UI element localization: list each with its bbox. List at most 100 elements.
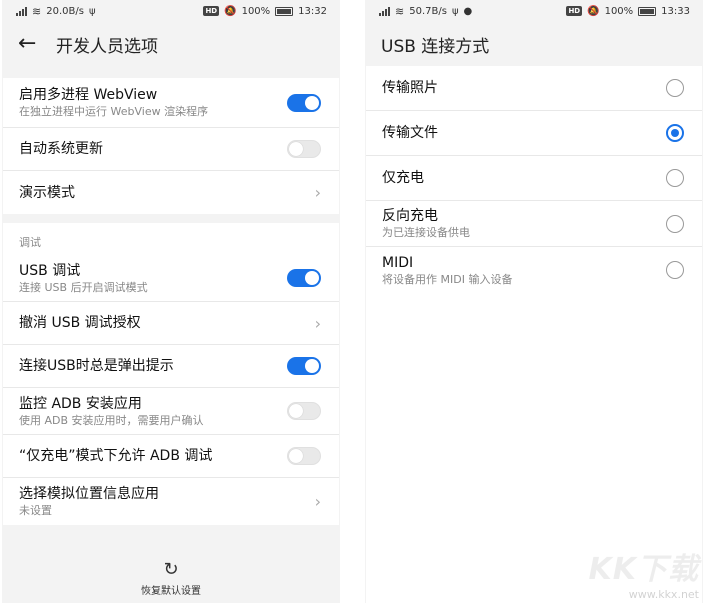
usb-option-title: MIDI xyxy=(382,254,414,271)
chevron-right-icon[interactable]: › xyxy=(309,314,321,333)
toggle-knob xyxy=(289,449,303,463)
setting-text: USB 调试 连接 USB 后开启调试模式 xyxy=(19,262,148,295)
setting-text: 启用多进程 WebView 在独立进程中运行 WebView 渲染程序 xyxy=(19,86,208,119)
setting-title: 演示模式 xyxy=(19,184,75,201)
setting-row[interactable]: 演示模式 › xyxy=(3,171,339,214)
toggle-switch[interactable] xyxy=(287,357,321,375)
toggle-switch[interactable] xyxy=(287,269,321,287)
usb-option-text: MIDI 将设备用作 MIDI 输入设备 xyxy=(382,254,512,287)
setting-row[interactable]: 撤消 USB 调试授权 › xyxy=(3,302,339,345)
reset-defaults-button[interactable]: 恢复默认设置 xyxy=(141,582,201,597)
setting-text: 自动系统更新 xyxy=(19,140,103,158)
usb-option-row[interactable]: 反向充电为已连接设备供电 xyxy=(366,201,702,247)
radio-button[interactable] xyxy=(666,79,684,97)
usb-option-row[interactable]: MIDI 将设备用作 MIDI 输入设备 xyxy=(366,247,702,293)
setting-text: 监控 ADB 安装应用 使用 ADB 安装应用时，需要用户确认 xyxy=(19,395,204,428)
network-speed: 20.0B/s xyxy=(46,5,84,17)
setting-row[interactable]: 自动系统更新 xyxy=(3,128,339,171)
reset-bar: ↻ 恢复默认设置 xyxy=(2,555,340,603)
toggle-switch[interactable] xyxy=(287,402,321,420)
watermark: KK下载 www.kkx.net xyxy=(589,544,700,601)
setting-text: 选择模拟位置信息应用 未设置 xyxy=(19,485,159,518)
mute-icon: 🔕 xyxy=(224,5,237,17)
usb-option-text: 传输文件 xyxy=(382,124,438,142)
hd-icon: HD xyxy=(203,6,220,16)
setting-subtitle: 未设置 xyxy=(19,504,52,517)
setting-subtitle: 使用 ADB 安装应用时，需要用户确认 xyxy=(19,413,204,427)
setting-row[interactable]: USB 调试 连接 USB 后开启调试模式 xyxy=(3,255,339,302)
usb-option-subtitle: 为已连接设备供电 xyxy=(382,226,470,239)
network-speed: 50.7B/s xyxy=(409,5,447,17)
toggle-switch[interactable] xyxy=(287,140,321,158)
wifi-icon: ≋ xyxy=(32,4,42,18)
setting-title: 连接USB时总是弹出提示 xyxy=(19,358,174,374)
setting-title: “仅充电”模式下允许 ADB 调试 xyxy=(19,448,213,464)
settings-group-debug: USB 调试 连接 USB 后开启调试模式 撤消 USB 调试授权 › 连接USB时总是… xyxy=(3,255,339,525)
usb-icon: ψ xyxy=(88,5,96,17)
setting-title: 监控 ADB 安装应用 xyxy=(19,395,142,412)
clock: 13:32 xyxy=(298,5,327,17)
radio-button[interactable] xyxy=(666,169,684,187)
watermark-logo: KK下载 xyxy=(588,552,699,587)
wifi-icon: ≋ xyxy=(395,4,405,18)
toggle-switch[interactable] xyxy=(287,93,321,112)
setting-text: 连接USB时总是弹出提示 xyxy=(19,357,174,375)
usb-option-text: 反向充电为已连接设备供电 xyxy=(382,207,470,240)
setting-subtitle: 在独立进程中运行 WebView 渲染程序 xyxy=(19,105,209,118)
setting-title: 撤消 USB 调试授权 xyxy=(19,315,141,331)
setting-title: USB 调试 xyxy=(19,262,81,279)
usb-option-text: 仅充电 xyxy=(382,169,424,187)
toggle-knob xyxy=(305,271,319,285)
signal-icon xyxy=(16,6,27,16)
status-bar: ≋ 50.7B/s ψ ● HD 🔕 100% 13:33 xyxy=(365,0,703,22)
setting-title: 自动系统更新 xyxy=(19,141,103,157)
battery-icon xyxy=(275,6,294,16)
setting-subtitle: 连接 USB 后开启调试模式 xyxy=(19,280,148,294)
battery-icon xyxy=(638,6,657,16)
title-bar: USB 连接方式 xyxy=(365,22,703,66)
chevron-right-icon[interactable]: › xyxy=(309,183,321,202)
setting-title: 选择模拟位置信息应用 xyxy=(19,486,159,502)
usb-option-title: 传输照片 xyxy=(382,80,438,96)
toggle-knob xyxy=(289,404,303,418)
usb-option-row[interactable]: 仅充电 xyxy=(366,156,702,201)
usb-connection-screen: ≋ 50.7B/s ψ ● HD 🔕 100% 13:33 USB 连接方式 传… xyxy=(365,0,703,603)
setting-row[interactable]: 启用多进程 WebView 在独立进程中运行 WebView 渲染程序 xyxy=(3,78,339,128)
usb-option-title: 仅充电 xyxy=(382,170,424,186)
watermark-url: www.kkx.net xyxy=(628,588,699,601)
back-arrow-icon[interactable]: ← xyxy=(18,33,42,55)
setting-text: 撤消 USB 调试授权 xyxy=(19,314,141,332)
setting-row[interactable]: 选择模拟位置信息应用 未设置 › xyxy=(3,478,339,525)
radio-button[interactable] xyxy=(666,124,684,142)
reset-icon[interactable]: ↻ xyxy=(163,561,178,579)
clock: 13:33 xyxy=(661,5,690,17)
section-header-debug: 调试 xyxy=(3,223,339,255)
developer-options-screen: ≋ 20.0B/s ψ HD 🔕 100% 13:32 ← 开发人员选项 启用多… xyxy=(2,0,340,603)
usb-icon: ψ xyxy=(451,5,459,17)
setting-row[interactable]: “仅充电”模式下允许 ADB 调试 xyxy=(3,435,339,478)
toggle-switch[interactable] xyxy=(287,447,321,465)
radio-button[interactable] xyxy=(666,214,684,233)
mute-icon: 🔕 xyxy=(587,5,600,17)
status-bar: ≋ 20.0B/s ψ HD 🔕 100% 13:32 xyxy=(2,0,340,22)
battery-percent: 100% xyxy=(604,5,634,17)
setting-row[interactable]: 监控 ADB 安装应用 使用 ADB 安装应用时，需要用户确认 xyxy=(3,388,339,435)
usb-option-title: 反向充电 xyxy=(382,208,438,224)
setting-text: “仅充电”模式下允许 ADB 调试 xyxy=(19,447,212,465)
usb-options-list: 传输照片传输文件仅充电反向充电为已连接设备供电 MIDI 将设备用作 MIDI 输入… xyxy=(366,66,702,603)
setting-row[interactable]: 连接USB时总是弹出提示 xyxy=(3,345,339,388)
hd-icon: HD xyxy=(566,6,583,16)
usb-option-row[interactable]: 传输照片 xyxy=(366,66,702,111)
signal-icon xyxy=(379,6,390,16)
chevron-right-icon[interactable]: › xyxy=(309,492,321,511)
setting-title: 启用多进程 WebView xyxy=(19,87,158,103)
usb-option-subtitle: 将设备用作 MIDI 输入设备 xyxy=(382,272,513,286)
page-title: 开发人员选项 xyxy=(56,36,158,57)
chat-icon: ● xyxy=(463,5,473,17)
toggle-knob xyxy=(289,142,303,156)
page-title: USB 连接方式 xyxy=(381,36,490,57)
radio-button[interactable] xyxy=(666,261,684,279)
toggle-knob xyxy=(305,359,319,373)
usb-option-row[interactable]: 传输文件 xyxy=(366,111,702,156)
toggle-knob xyxy=(305,95,319,110)
